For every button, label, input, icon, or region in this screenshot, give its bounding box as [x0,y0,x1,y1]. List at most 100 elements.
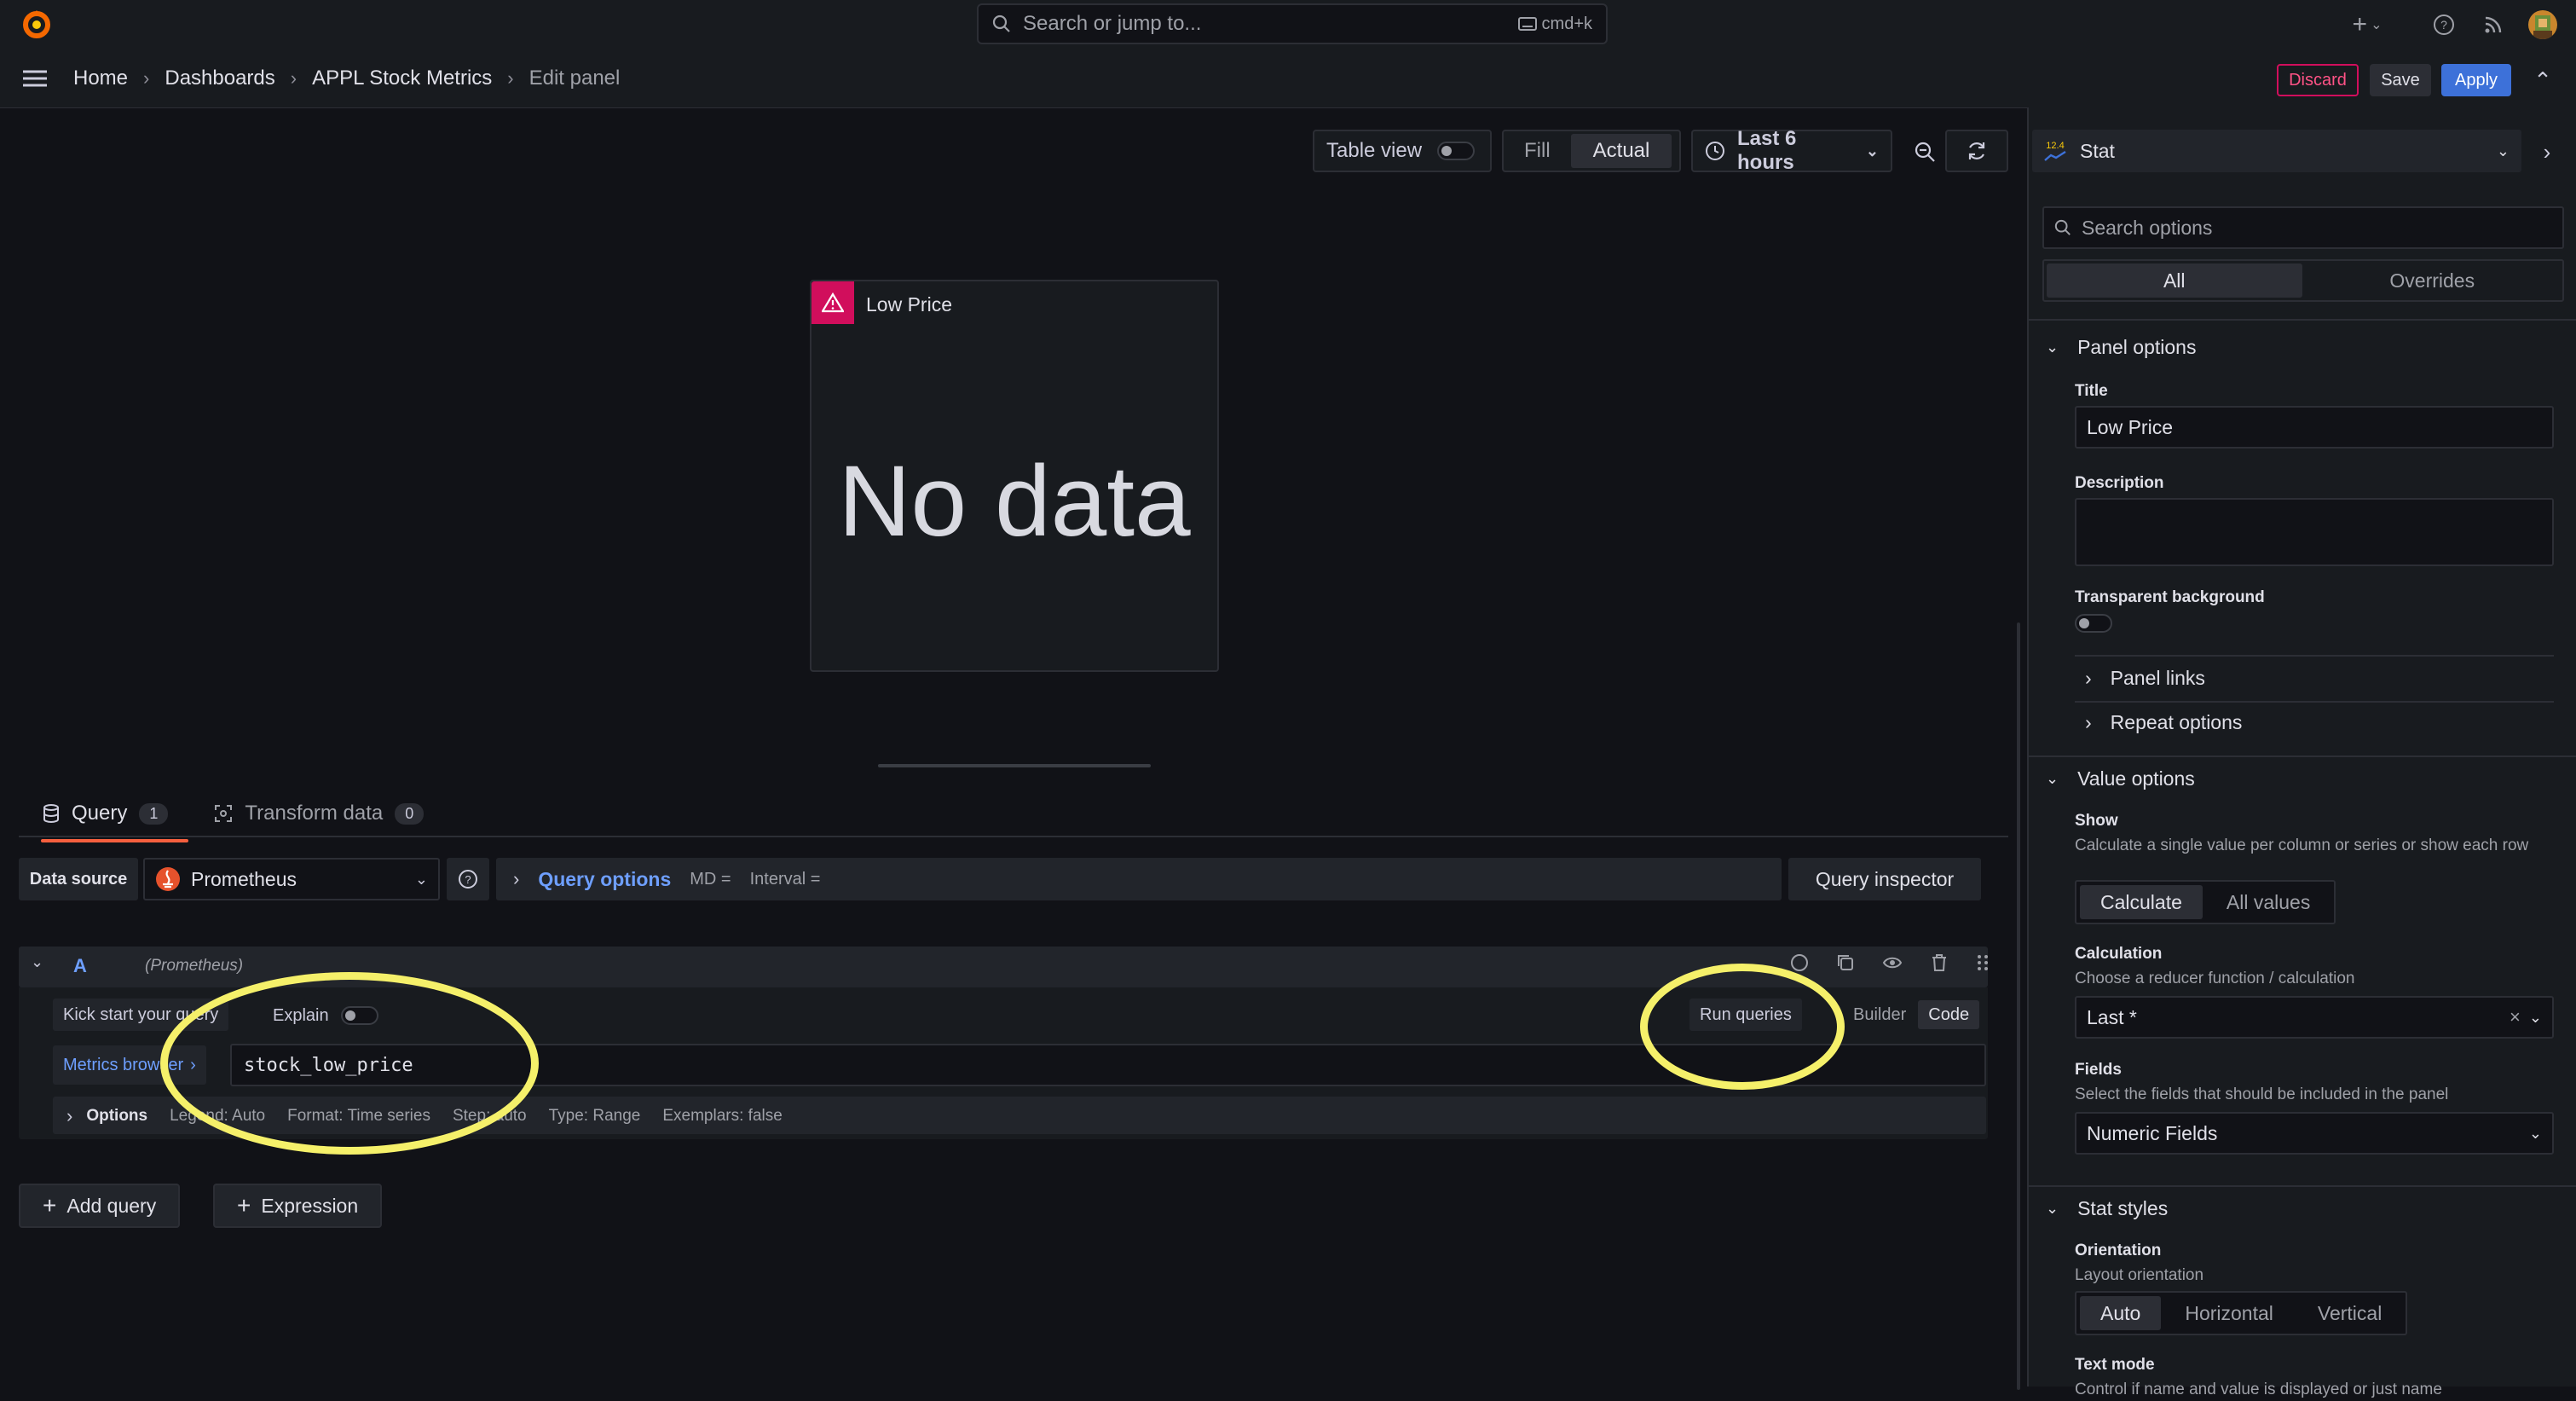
search-input[interactable]: Search or jump to... cmd+k [977,3,1608,44]
prometheus-icon [155,866,181,892]
duplicate-icon[interactable] [1836,953,1855,972]
options-pane: 12.4 Stat ⌄ › Search options All Overrid… [2027,107,2576,1398]
chevron-down-icon: ⌄ [2496,142,2510,159]
warning-icon[interactable] [811,281,854,324]
options-label[interactable]: Options [86,1107,147,1126]
breadcrumb-home[interactable]: Home [73,67,128,90]
drag-handle-icon[interactable] [1976,953,1990,972]
plus-icon: + [43,1192,57,1219]
chevron-right-icon: › [513,868,520,889]
show-all-values-option[interactable]: All values [2206,885,2331,919]
table-view-toggle[interactable]: Table view [1313,130,1492,172]
divider [2029,755,2576,757]
search-options-placeholder: Search options [2082,216,2213,239]
breadcrumb: Home › Dashboards › APPL Stock Metrics ›… [73,49,620,107]
highlight-ring-input [160,972,539,1155]
zoom-out-icon[interactable] [1908,135,1942,169]
actual-option[interactable]: Actual [1570,134,1672,168]
refresh-button[interactable] [1945,130,2008,172]
editor-mode-group: Builder Code [1845,999,1980,1031]
title-value: Low Price [2087,415,2173,438]
search-icon [992,14,1011,33]
code-mode-option[interactable]: Code [1918,1000,1980,1029]
plus-icon[interactable]: + ⌄ [2346,10,2388,39]
section-stat-styles[interactable]: ⌄ Stat styles [2046,1197,2168,1220]
help-icon[interactable]: ? [2429,10,2458,39]
panel-links-toggle[interactable]: › Panel links [2085,667,2205,690]
keyboard-icon [1517,17,1537,31]
table-view-label: Table view [1326,139,1423,162]
fields-value: Numeric Fields [2087,1121,2218,1144]
menu-icon[interactable] [20,67,49,90]
scrollbar[interactable] [2017,622,2020,1390]
avatar[interactable] [2528,10,2557,39]
datasource-picker[interactable]: Prometheus ⌄ [143,858,440,900]
query-inspector-button[interactable]: Query inspector [1788,858,1981,900]
tab-transform[interactable]: Transform data 0 [214,791,425,836]
chevron-up-icon[interactable]: ⌃ [2530,67,2556,93]
calculation-description: Choose a reducer function / calculation [2075,970,2355,987]
breadcrumb-dashboards[interactable]: Dashboards [165,67,274,90]
calculation-select[interactable]: Last * × ⌄ [2075,996,2554,1039]
chevron-down-icon: ⌄ [414,870,428,888]
builder-mode-option[interactable]: Builder [1845,1005,1915,1025]
orientation-vertical-option[interactable]: Vertical [2297,1296,2402,1330]
grafana-logo-icon[interactable] [19,7,55,43]
save-button[interactable]: Save [2370,64,2431,96]
chevron-right-icon[interactable]: › [2532,136,2562,167]
eye-icon[interactable] [1882,953,1903,972]
query-ref-id[interactable]: A [73,955,87,977]
section-value-options[interactable]: ⌄ Value options [2046,767,2195,790]
tab-transform-count: 0 [395,802,425,825]
visualization-picker[interactable]: 12.4 Stat ⌄ [2032,130,2521,172]
trash-icon[interactable] [1930,953,1949,972]
text-mode-description: Control if name and value is displayed o… [2075,1381,2442,1398]
add-expression-button[interactable]: + Expression [213,1184,383,1228]
apply-button[interactable]: Apply [2441,64,2511,96]
time-range-picker[interactable]: Last 6 hours ⌄ [1691,127,1892,174]
news-feed-icon[interactable] [2479,10,2508,39]
section-panel-options[interactable]: ⌄ Panel options [2046,336,2196,359]
discard-button[interactable]: Discard [2277,64,2359,96]
orientation-radio-group: Auto Horizontal Vertical [2075,1291,2408,1335]
chevron-down-icon: ⌄ [2528,1008,2542,1026]
description-textarea[interactable] [2075,498,2554,566]
tab-all[interactable]: All [2047,263,2302,298]
transparent-bg-toggle[interactable] [2075,614,2112,633]
chevron-down-icon[interactable]: ⌄ [31,953,43,971]
fields-select[interactable]: Numeric Fields ⌄ [2075,1112,2554,1155]
help-icon[interactable] [1790,953,1809,972]
query-options-bar[interactable]: › Query options MD = Interval = [496,858,1782,900]
chevron-right-icon: › [507,67,514,89]
add-query-button[interactable]: + Add query [19,1184,181,1228]
svg-text:?: ? [2440,18,2447,32]
table-view-switch[interactable] [1437,142,1476,160]
exemplars-summary: Exemplars: false [662,1107,783,1125]
query-row-actions [1790,953,1990,972]
fields-description: Select the fields that should be include… [2075,1085,2449,1103]
clear-icon[interactable]: × [2510,1006,2521,1028]
orientation-horizontal-option[interactable]: Horizontal [2164,1296,2294,1330]
refresh-icon [1966,140,1988,162]
query-options-label[interactable]: Query options [538,868,671,891]
tab-query[interactable]: Query 1 [40,791,189,842]
datasource-help-button[interactable]: ? [447,858,489,900]
resize-handle[interactable] [878,764,1151,767]
section-title: Panel options [2077,336,2197,358]
panel-preview[interactable]: Low Price No data [810,280,1219,672]
section-title: Stat styles [2077,1197,2169,1219]
chevron-right-icon: › [2085,667,2092,689]
chevron-down-icon: ⌄ [2046,1200,2059,1217]
add-expression-label: Expression [261,1194,359,1217]
orientation-auto-option[interactable]: Auto [2080,1296,2162,1330]
repeat-options-toggle[interactable]: › Repeat options [2085,711,2242,734]
top-bar: Search or jump to... cmd+k + ⌄ ? [0,0,2576,50]
show-calculate-option[interactable]: Calculate [2080,885,2203,919]
breadcrumb-dashboard[interactable]: APPL Stock Metrics [312,67,492,90]
tabs-divider [19,836,2008,837]
title-input[interactable]: Low Price [2075,406,2554,449]
search-options-input[interactable]: Search options [2042,206,2564,249]
svg-text:?: ? [465,873,471,886]
fill-option[interactable]: Fill [1507,139,1568,163]
tab-overrides[interactable]: Overrides [2305,263,2561,298]
